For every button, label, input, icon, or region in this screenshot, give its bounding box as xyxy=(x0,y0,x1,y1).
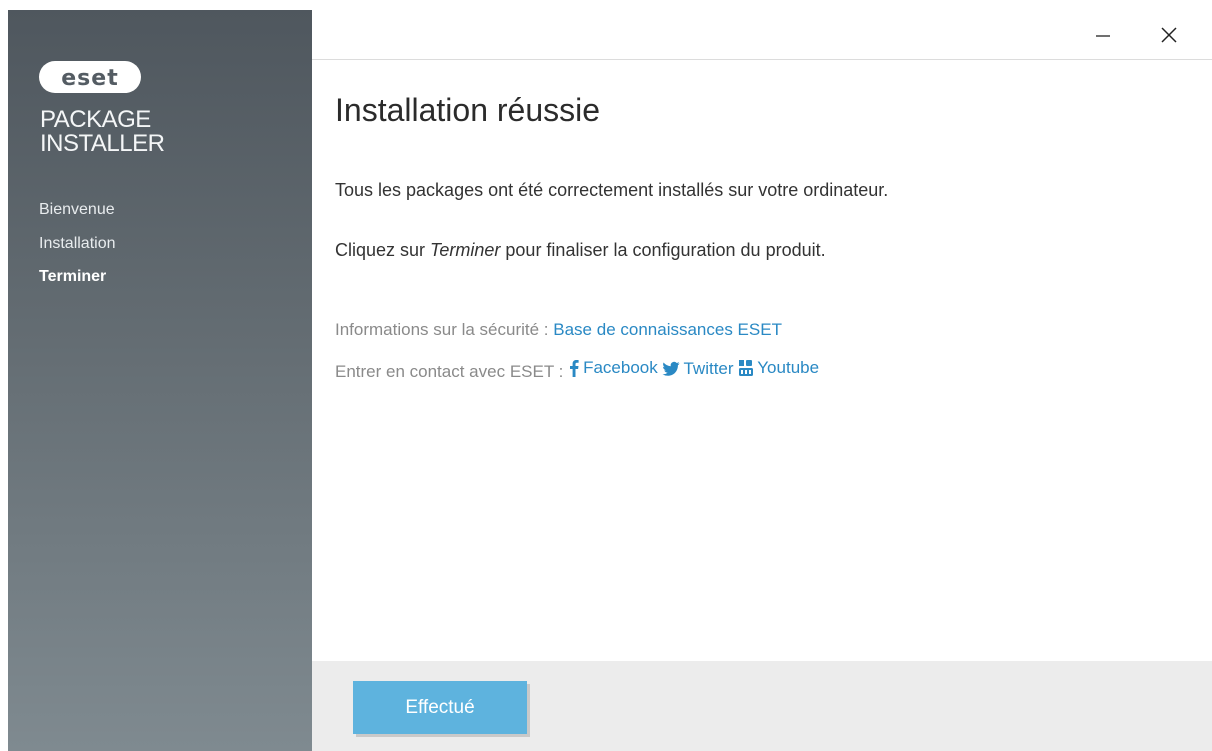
titlebar xyxy=(312,10,1212,60)
product-name-line1: PACKAGE xyxy=(40,106,151,133)
step-terminer: Terminer xyxy=(39,268,107,285)
security-label: Informations sur la sécurité : xyxy=(335,320,554,339)
twitter-link[interactable]: Twitter xyxy=(662,359,734,379)
youtube-icon xyxy=(739,360,754,376)
security-info: Informations sur la sécurité : Base de c… xyxy=(335,320,782,340)
youtube-link[interactable]: Youtube xyxy=(738,358,819,378)
facebook-link[interactable]: Facebook xyxy=(568,358,658,378)
facebook-label: Facebook xyxy=(583,358,658,377)
close-icon xyxy=(1161,27,1177,43)
page-title: Installation réussie xyxy=(335,92,601,128)
minimize-button[interactable] xyxy=(1088,20,1118,50)
knowledge-base-link[interactable]: Base de connaissances ESET xyxy=(553,320,782,339)
sidebar: eset PACKAGE INSTALLER Bienvenue Install… xyxy=(8,10,312,751)
step-bienvenue: Bienvenue xyxy=(39,201,115,218)
done-button[interactable]: Effectué xyxy=(353,681,527,734)
product-name-line2: INSTALLER xyxy=(40,130,165,157)
success-message: Tous les packages ont été correctement i… xyxy=(335,180,889,200)
instruction-emphasis: Terminer xyxy=(430,240,501,260)
eset-logo: eset xyxy=(39,61,141,93)
youtube-label: Youtube xyxy=(757,358,820,377)
close-button[interactable] xyxy=(1154,20,1184,50)
footer: Effectué xyxy=(312,661,1212,751)
main-content: Installation réussie Tous les packages o… xyxy=(335,90,1192,381)
contact-label: Entrer en contact avec ESET : xyxy=(335,362,569,381)
installer-window: eset PACKAGE INSTALLER Bienvenue Install… xyxy=(8,10,1212,751)
instruction-prefix: Cliquez sur xyxy=(335,240,431,260)
twitter-icon xyxy=(662,361,680,376)
minimize-icon xyxy=(1096,35,1110,37)
contact-info: Entrer en contact avec ESET : Facebook T… xyxy=(335,358,819,382)
steps-list: Bienvenue Installation Terminer xyxy=(39,200,116,301)
instruction-message: Cliquez sur Terminer pour finaliser la c… xyxy=(335,240,826,261)
svg-text:eset: eset xyxy=(61,66,118,91)
facebook-icon xyxy=(570,360,579,377)
twitter-label: Twitter xyxy=(683,359,734,378)
step-installation: Installation xyxy=(39,234,116,252)
instruction-suffix: pour finaliser la configuration du produ… xyxy=(500,240,826,260)
product-name: PACKAGE INSTALLER xyxy=(40,106,165,157)
